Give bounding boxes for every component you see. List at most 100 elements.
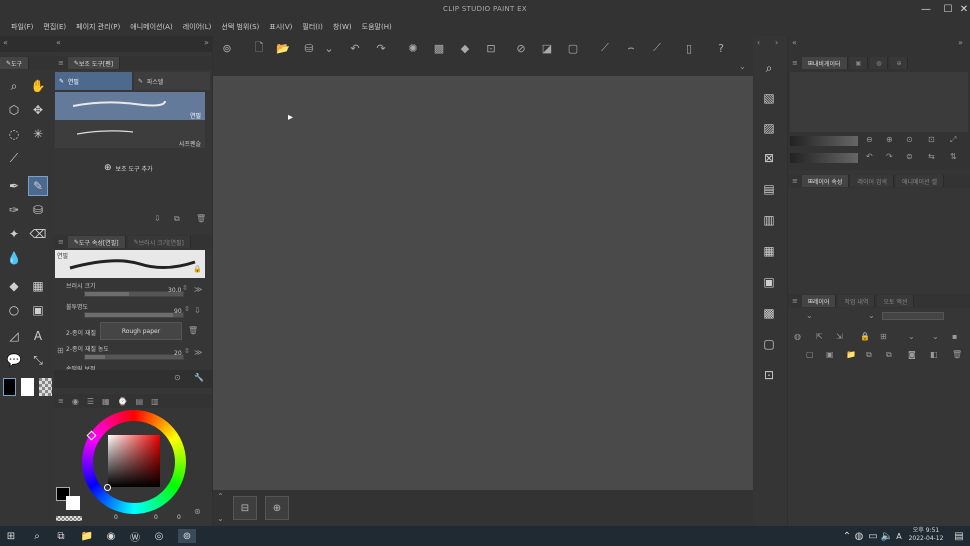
material-6-icon[interactable]: ▦ (759, 241, 779, 261)
property-settings-icon[interactable]: ⊙ (174, 373, 181, 382)
menu-window[interactable]: 창(W) (333, 22, 352, 32)
navigator-menu-icon[interactable]: ≡ (792, 59, 798, 67)
layer-mask-icon[interactable]: ◙ (908, 350, 916, 359)
rotate-slider[interactable] (790, 153, 858, 163)
transparent-swatch[interactable] (39, 378, 52, 396)
color-sub-swatch[interactable] (66, 496, 80, 510)
subtool-group-pencil[interactable]: ✎ 연필 (55, 72, 132, 90)
sv-picker-handle[interactable] (104, 484, 111, 491)
material-7-icon[interactable]: ▣ (759, 272, 779, 292)
paper-density-slider[interactable] (84, 354, 184, 360)
help-icon[interactable]: ? (713, 40, 729, 56)
subtool-tab[interactable]: ✎ 보조 도구[펜] (67, 57, 121, 69)
property-wrench-icon[interactable]: 🔧 (194, 373, 204, 382)
menu-view[interactable]: 표시(V) (269, 22, 292, 32)
history-tab[interactable]: 작업 내역 (838, 295, 876, 307)
fill-icon[interactable]: ◆ (457, 40, 473, 56)
file-explorer-icon[interactable]: 📁 (80, 529, 94, 543)
subtool-delete-icon[interactable]: 🗑 (196, 214, 206, 223)
snap-special-ruler-icon[interactable]: ⌢ (623, 40, 639, 56)
opacity-link-icon[interactable]: ⇩ (194, 306, 201, 315)
navigator-preview[interactable] (790, 72, 968, 132)
material-search-icon[interactable]: ⌕ (759, 58, 779, 78)
brush-size-stepper[interactable]: ⇳ (182, 284, 188, 292)
pencil-tool-icon[interactable]: ✎ (28, 176, 48, 196)
item-bank-tab[interactable]: ⊕ (890, 57, 909, 69)
transfer-down-icon[interactable]: ⧉ (866, 350, 872, 360)
save-dropdown-icon[interactable]: ⌄ (321, 40, 337, 56)
color-history-tab-icon[interactable]: ⌚ (118, 397, 128, 406)
expand-plus-icon[interactable]: ⊞ (57, 346, 64, 355)
fill-tool-icon[interactable]: ◆ (4, 276, 24, 296)
material-1-icon[interactable]: ▧ (759, 88, 779, 108)
tool-property-tab[interactable]: ✎ 도구 속성[연필] (67, 236, 126, 248)
collapse-left-icon[interactable]: « (3, 38, 8, 47)
fit-screen-icon[interactable]: ⊡ (928, 135, 935, 144)
layer-property-tab[interactable]: ⊞ 레이어 속성 (801, 175, 850, 187)
subtool-menu-icon[interactable]: ≡ (58, 59, 64, 67)
menu-layer[interactable]: 레이어(L) (183, 22, 212, 32)
brush-item-mechanical-pencil[interactable]: 샤프펜슬 (55, 120, 205, 148)
flip-vertical-icon[interactable]: ⇅ (950, 152, 957, 161)
material-3-icon[interactable]: ⊠ (759, 148, 779, 168)
zoom-slider[interactable] (790, 136, 858, 146)
correct-line-tool-icon[interactable]: ⤡ (28, 350, 48, 370)
lasso-tool-icon[interactable]: ◌ (4, 124, 24, 144)
taskbar-search-icon[interactable]: ⌕ (30, 529, 44, 543)
reset-rotation-icon[interactable]: ⊜ (906, 152, 913, 161)
material-5-icon[interactable]: ▥ (759, 210, 779, 230)
app-circle-icon[interactable]: ◎ (152, 529, 166, 543)
color-transparent-swatch[interactable] (56, 516, 82, 521)
frame-tool-icon[interactable]: ▣ (28, 300, 48, 320)
new-raster-layer-icon[interactable]: ▢ (806, 350, 814, 359)
opacity-slider[interactable] (84, 312, 184, 318)
auto-select-tool-icon[interactable]: ✳ (28, 124, 48, 144)
subtool-group-pastel[interactable]: ✎ 파스텔 (134, 72, 210, 90)
paper-density-expand-icon[interactable]: ≫ (194, 348, 202, 357)
menu-edit[interactable]: 편집(E) (43, 22, 66, 32)
brush-item-pencil[interactable]: 연필 (55, 92, 205, 120)
sub-color-swatch[interactable] (21, 378, 34, 396)
deselect-icon[interactable]: ⊘ (513, 40, 529, 56)
delete-layer-icon[interactable]: 🗑 (952, 350, 962, 359)
clip-studio-icon[interactable]: ⊚ (219, 40, 235, 56)
lock-layer-icon[interactable]: 🔒 (860, 332, 870, 341)
brush-size-expand-icon[interactable]: ≫ (194, 285, 202, 294)
info-tab[interactable]: ◍ (870, 57, 889, 69)
minimize-button[interactable]: — (918, 0, 934, 18)
tool-tab[interactable]: ✎ 도구 (0, 57, 30, 69)
right-collapse-left-icon[interactable]: ‹ (757, 38, 760, 47)
menu-page[interactable]: 페이지 관리(P) (76, 22, 120, 32)
canvas-area[interactable]: ▸ (213, 76, 753, 490)
actual-size-icon[interactable]: ⊙ (906, 135, 913, 144)
menu-animation[interactable]: 애니메이션(A) (130, 22, 172, 32)
navigator-canvas-icon[interactable]: ⊕ (265, 496, 289, 520)
subview-tab[interactable]: ▣ (849, 57, 869, 69)
rotate-right-icon[interactable]: ↷ (886, 152, 893, 161)
fit-navigator-icon[interactable]: ⤢ (950, 135, 956, 145)
pen-tool-icon[interactable]: ✒ (4, 176, 24, 196)
invert-selection-icon[interactable]: ◪ (539, 40, 555, 56)
collapse-subtool-icon[interactable]: « (56, 38, 61, 47)
tool-property-menu-icon[interactable]: ≡ (58, 238, 64, 246)
tray-app-icon[interactable]: ◍ (852, 529, 866, 543)
airbrush-tool-icon[interactable]: ⛁ (28, 200, 48, 220)
blend-mode-dropdown-icon[interactable]: ⌄ (806, 311, 813, 320)
brush-size-tab[interactable]: ✎ 브러시 크기[연필] (127, 236, 191, 248)
collapse-bottom-icon[interactable]: ⌄ (217, 514, 224, 523)
add-subtool-button[interactable]: ⊕ 보조 도구 추가 (104, 163, 152, 173)
menu-help[interactable]: 도움말(H) (362, 22, 392, 32)
paper-density-stepper[interactable]: ⇳ (184, 347, 190, 355)
clear-outside-icon[interactable]: ▩ (431, 40, 447, 56)
saturation-value-square[interactable] (108, 435, 160, 487)
lock-icon[interactable]: 🔒 (193, 265, 202, 273)
show-selection-icon[interactable]: ▢ (565, 40, 581, 56)
windows-start-icon[interactable]: ⊞ (4, 529, 18, 543)
blend-tool-icon[interactable]: 💧 (4, 248, 24, 268)
notification-icon[interactable]: ▤ (952, 529, 966, 543)
menu-filter[interactable]: 필터(I) (302, 22, 322, 32)
task-view-icon[interactable]: ⧉ (54, 529, 68, 543)
clip-studio-taskbar-icon[interactable]: ⊚ (178, 529, 196, 543)
zoom-out-icon[interactable]: ⊖ (866, 135, 873, 144)
network-icon[interactable]: ▭ (866, 529, 880, 543)
